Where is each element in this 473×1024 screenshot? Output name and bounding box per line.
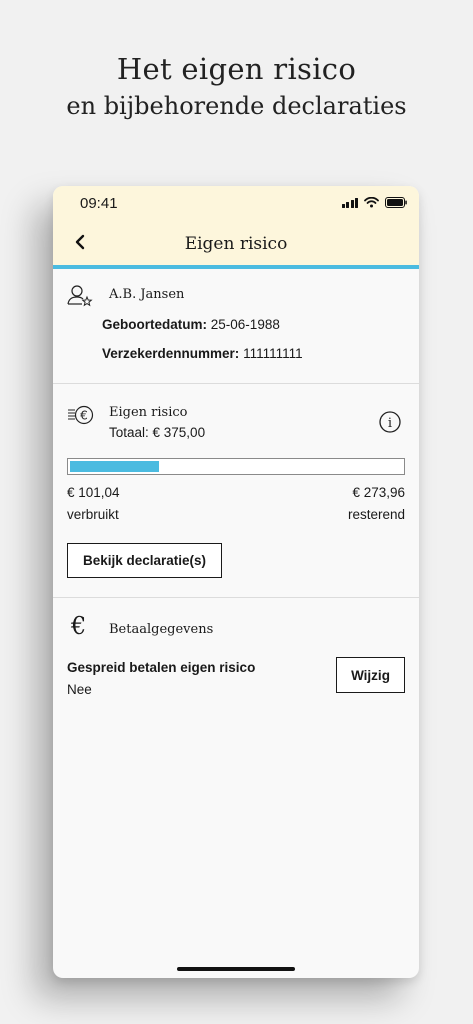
view-claims-button[interactable]: Bekijk declaratie(s) <box>67 543 222 578</box>
wifi-icon <box>364 197 379 208</box>
insured-name: A.B. Jansen <box>109 287 185 302</box>
deductible-title: Eigen risico <box>109 405 188 420</box>
deductible-total: Totaal: € 375,00 <box>109 425 206 440</box>
dob-label: Geboortedatum: <box>102 317 208 332</box>
promo-subtitle: en bijbehorende declaraties <box>66 92 407 120</box>
status-icons <box>341 197 408 208</box>
insured-info-section: A.B. Jansen Geboortedatum: 25-06-1988 Ve… <box>53 273 419 384</box>
payment-section: € Betaalgegevens Gespreid betalen eigen … <box>53 598 419 738</box>
used-amount: € 101,04 <box>67 485 120 500</box>
spread-payment-value: Nee <box>67 682 92 697</box>
deductible-section: € Eigen risico Totaal: € 375,00 i € 101,… <box>53 384 419 598</box>
spread-payment-label: Gespreid betalen eigen risico <box>67 660 256 675</box>
policy-row: Verzekerdennummer: 111111111 <box>102 346 303 361</box>
info-icon[interactable]: i <box>379 411 401 433</box>
remaining-label: resterend <box>347 507 405 522</box>
edit-payment-button[interactable]: Wijzig <box>336 657 405 693</box>
svg-text:€: € <box>80 408 88 422</box>
euro-icon: € <box>71 612 87 640</box>
deductible-progress-fill <box>70 461 159 472</box>
remaining-amount: € 273,96 <box>352 485 405 500</box>
signal-icon <box>341 197 358 208</box>
policy-label: Verzekerdennummer: <box>102 346 240 361</box>
home-indicator <box>177 967 295 971</box>
page-title: Eigen risico <box>184 234 288 254</box>
person-star-icon <box>67 285 93 307</box>
used-label: verbruikt <box>67 507 119 522</box>
deductible-progress-bar <box>67 458 405 475</box>
payment-title: Betaalgegevens <box>109 622 214 637</box>
dob-value: 25-06-1988 <box>210 317 280 332</box>
app-header: 09:41 Eigen risico <box>53 186 419 269</box>
svg-text:i: i <box>388 416 392 431</box>
dob-row: Geboortedatum: 25-06-1988 <box>102 317 280 332</box>
policy-value: 111111111 <box>243 346 303 361</box>
coins-euro-icon: € <box>68 405 94 425</box>
promo-title: Het eigen risico <box>116 52 357 86</box>
battery-icon <box>385 197 407 208</box>
status-time: 09:41 <box>80 195 118 212</box>
phone-screen: 09:41 Eigen risico A.B. Jansen Geboorted… <box>53 186 419 978</box>
